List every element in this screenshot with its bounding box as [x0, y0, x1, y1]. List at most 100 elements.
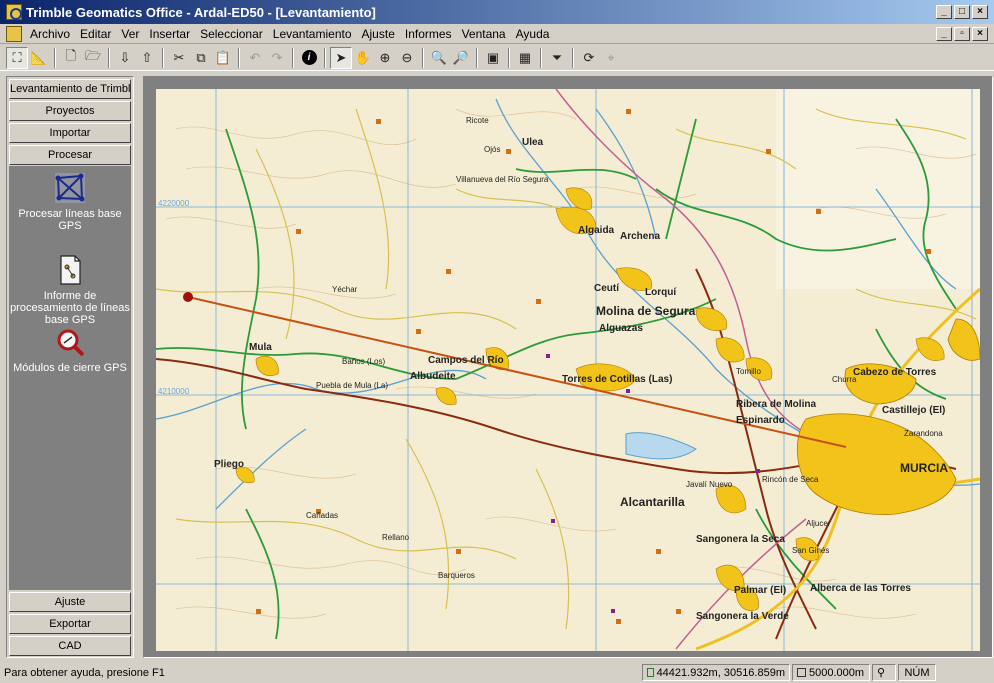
- loop-closure-item[interactable]: Módulos de cierre GPS: [9, 326, 131, 374]
- town-label: Villanueva del Río Segura: [456, 175, 549, 184]
- town-label: Albudeite: [410, 371, 456, 382]
- process-baselines-item[interactable]: Procesar líneas base GPS: [9, 172, 131, 232]
- sidebar-proyectos-button[interactable]: Proyectos: [9, 101, 131, 121]
- menu-seleccionar[interactable]: Seleccionar: [195, 25, 268, 43]
- baseline-report-icon: [60, 255, 81, 285]
- layout-icon[interactable]: ▣: [482, 47, 504, 69]
- map-frame: 4220000 4210000 Molina de Segura MURCIA …: [143, 76, 993, 658]
- menu-ayuda[interactable]: Ayuda: [511, 25, 555, 43]
- town-label: Tomillo: [736, 367, 761, 376]
- zoom-extents-icon[interactable]: 🔍: [428, 47, 450, 69]
- status-scale: 5000.000m: [792, 664, 870, 681]
- town-label: Alberca de las Torres: [810, 583, 911, 594]
- town-label: Palmar (El): [734, 585, 787, 596]
- survey-icon[interactable]: ⛶: [6, 46, 28, 69]
- menu-levantamiento[interactable]: Levantamiento: [268, 25, 357, 43]
- title-bar: Trimble Geomatics Office - Ardal-ED50 - …: [0, 0, 994, 24]
- baseline-report-item[interactable]: Informe de procesamiento de líneas base …: [9, 254, 131, 326]
- open-folder-icon[interactable]: 🗁: [82, 47, 104, 69]
- town-label: Campos del Río: [428, 355, 504, 366]
- minimize-button[interactable]: _: [936, 5, 952, 19]
- scale-icon: [797, 668, 806, 677]
- menu-ver[interactable]: Ver: [116, 25, 144, 43]
- document-icon[interactable]: [6, 25, 22, 42]
- ruler-icon[interactable]: 📐: [28, 47, 50, 69]
- zoom-in-icon[interactable]: ⊕: [374, 47, 396, 69]
- app-icon[interactable]: [6, 4, 22, 20]
- town-label: Espinardo: [736, 415, 785, 426]
- filter-icon[interactable]: ⏷: [546, 47, 568, 69]
- town-label: Ribera de Molina: [736, 399, 817, 410]
- import-icon[interactable]: ⇩: [114, 47, 136, 69]
- menu-ajuste[interactable]: Ajuste: [357, 25, 400, 43]
- snap-icon[interactable]: ⚲: [872, 664, 896, 681]
- pan-hand-icon[interactable]: ✋: [352, 47, 374, 69]
- refresh-icon[interactable]: ⟳: [578, 47, 600, 69]
- town-label: Sangonera la Seca: [696, 534, 785, 545]
- menu-ventana[interactable]: Ventana: [457, 25, 511, 43]
- zoom-out-icon[interactable]: ⊖: [396, 47, 418, 69]
- town-label: MURCIA: [900, 461, 948, 475]
- info-icon[interactable]: i: [298, 47, 320, 69]
- process-baselines-label: Procesar líneas base GPS: [18, 208, 122, 232]
- loop-closure-icon: [57, 329, 85, 357]
- new-file-icon[interactable]: 🗋: [60, 47, 82, 69]
- town-label: Rellano: [382, 533, 410, 542]
- town-label: Aljucer: [806, 519, 831, 528]
- town-label: Zarandona: [904, 429, 943, 438]
- paste-icon[interactable]: 📋: [212, 47, 234, 69]
- menu-insertar[interactable]: Insertar: [144, 25, 195, 43]
- procesar-panel: Procesar líneas base GPS Informe de proc…: [9, 166, 131, 590]
- status-bar: Para obtener ayuda, presione F1 44421.93…: [0, 662, 994, 683]
- sidebar-exportar-button[interactable]: Exportar: [9, 614, 131, 634]
- copy-icon[interactable]: ⧉: [190, 47, 212, 69]
- town-label: Alcantarilla: [620, 495, 685, 509]
- doc-restore-button[interactable]: ▫: [954, 26, 970, 41]
- town-label: Churra: [832, 375, 857, 384]
- town-label: San Ginés: [792, 546, 830, 555]
- select-arrow-icon[interactable]: ➤: [330, 46, 352, 69]
- town-label: Castillejo (El): [882, 405, 946, 416]
- town-label: Torres de Cotillas (Las): [562, 374, 673, 385]
- menu-informes[interactable]: Informes: [400, 25, 457, 43]
- doc-minimize-button[interactable]: _: [936, 26, 952, 41]
- sidebar-cad-button[interactable]: CAD: [9, 636, 131, 656]
- town-label: Alguazas: [599, 323, 643, 334]
- sidebar-levantamiento-button[interactable]: Levantamiento de Trimble: [9, 79, 131, 99]
- maximize-button[interactable]: □: [954, 5, 970, 19]
- town-label: Rincón de Seca: [762, 475, 819, 484]
- town-label: Mula: [249, 342, 272, 353]
- grid-label-north: 4220000: [158, 199, 190, 208]
- cut-icon[interactable]: ✂: [168, 47, 190, 69]
- status-help-text: Para obtener ayuda, presione F1: [4, 666, 165, 679]
- town-label: Barqueros: [438, 571, 475, 580]
- town-label: Ceutí: [594, 283, 619, 294]
- town-label: Ricote: [466, 116, 489, 125]
- town-label: Ojós: [484, 145, 501, 154]
- town-label: Ulea: [522, 137, 544, 148]
- gps-point-marker: [183, 292, 193, 302]
- map-view[interactable]: 4220000 4210000 Molina de Segura MURCIA …: [156, 89, 980, 651]
- close-button[interactable]: ×: [972, 5, 988, 19]
- redo-icon[interactable]: ↷: [266, 47, 288, 69]
- export-icon[interactable]: ⇧: [136, 47, 158, 69]
- town-label: Algaida: [578, 225, 615, 236]
- menu-editar[interactable]: Editar: [75, 25, 116, 43]
- baseline-report-label: Informe de procesamiento de líneas base …: [10, 290, 130, 326]
- town-label: Cabezo de Torres: [853, 367, 937, 378]
- doc-close-button[interactable]: ×: [972, 26, 988, 41]
- sidebar-ajuste-button[interactable]: Ajuste: [9, 592, 131, 612]
- loop-closure-label: Módulos de cierre GPS: [13, 362, 127, 374]
- zoom-window-icon[interactable]: 🔎: [450, 47, 472, 69]
- menu-archivo[interactable]: Archivo: [25, 25, 75, 43]
- sidebar-procesar-button[interactable]: Procesar: [9, 145, 131, 165]
- grid-icon[interactable]: ▦: [514, 47, 536, 69]
- town-label: Baños (Los): [342, 357, 386, 366]
- coordinate-icon[interactable]: ⌖: [600, 47, 622, 69]
- town-label: Molina de Segura: [596, 304, 696, 318]
- sidebar-importar-button[interactable]: Importar: [9, 123, 131, 143]
- undo-icon[interactable]: ↶: [244, 47, 266, 69]
- town-label: Yéchar: [332, 285, 358, 294]
- menu-bar: Archivo Editar Ver Insertar Seleccionar …: [0, 24, 994, 44]
- grid-label-south: 4210000: [158, 387, 190, 396]
